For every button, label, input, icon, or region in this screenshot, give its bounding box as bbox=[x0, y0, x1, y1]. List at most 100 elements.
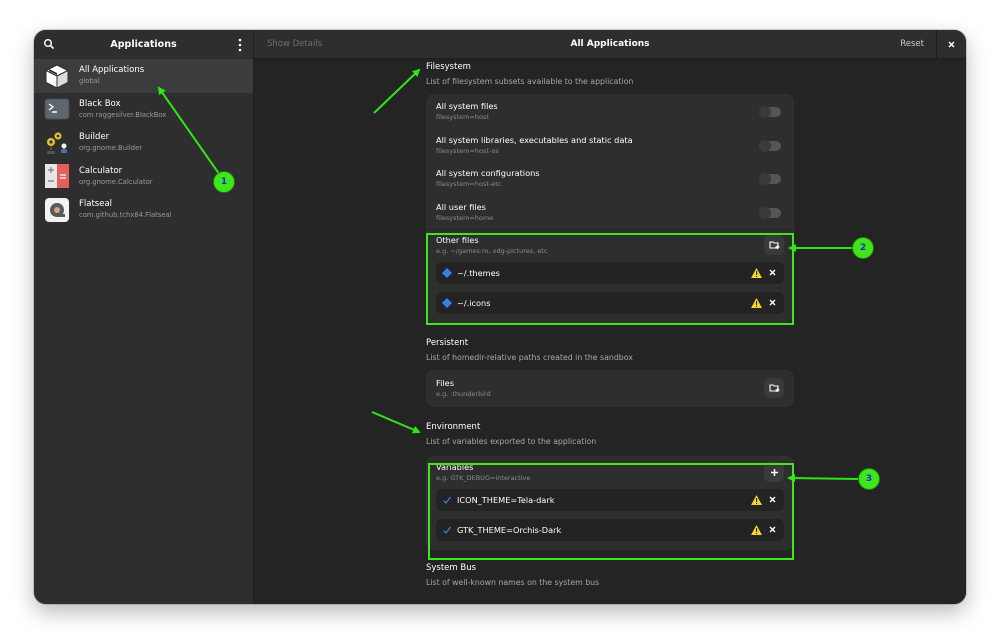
other-files-header: Other files e.g. ~/games:ro, xdg-picture… bbox=[427, 230, 793, 260]
remove-icon[interactable] bbox=[769, 496, 776, 503]
files-hint: e.g. .thunderbird bbox=[436, 390, 491, 398]
other-files-hint: e.g. ~/games:ro, xdg-pictures, etc bbox=[436, 246, 548, 255]
sidebar-header: Applications bbox=[34, 30, 253, 59]
filesystem-card: All system files filesystem=host All sys… bbox=[426, 94, 794, 323]
toggle-switch[interactable] bbox=[759, 206, 781, 219]
variable-entry[interactable]: ICON_THEME=Tela-dark bbox=[436, 489, 784, 511]
persistent-section: Persistent List of homedir-relative path… bbox=[426, 337, 794, 364]
variables-card: Variables e.g. GTK_DEBUG=interactive ICO… bbox=[426, 456, 794, 550]
toggle-switch[interactable] bbox=[759, 106, 781, 118]
section-subtitle: List of variables exported to the applic… bbox=[426, 437, 597, 446]
main-pane: Show Details All Applications Reset File… bbox=[254, 30, 966, 604]
persistent-files-row: Files e.g. .thunderbird bbox=[427, 371, 793, 406]
variables-hint: e.g. GTK_DEBUG=interactive bbox=[436, 473, 531, 482]
option-subtitle: filesystem=home bbox=[436, 213, 494, 222]
directory-diamond-icon bbox=[442, 268, 452, 278]
toggle-switch[interactable] bbox=[759, 139, 781, 152]
app-item-black-box[interactable]: Black Box com.raggesilver.BlackBox bbox=[34, 93, 253, 127]
add-folder-button[interactable] bbox=[764, 235, 784, 255]
check-icon bbox=[443, 496, 451, 504]
plus-icon bbox=[770, 468, 778, 476]
directory-diamond-icon bbox=[442, 298, 452, 308]
option-title: All system files bbox=[436, 101, 498, 112]
header-divider bbox=[936, 30, 937, 59]
app-item-calculator[interactable]: Calculator org.gnome.Calculator bbox=[34, 160, 253, 194]
toggle-switch[interactable] bbox=[759, 173, 781, 185]
warning-icon bbox=[751, 268, 762, 278]
permissions-content: Filesystem List of filesystem subsets av… bbox=[426, 59, 794, 589]
flatseal-icon bbox=[45, 197, 69, 222]
add-folder-button[interactable] bbox=[764, 378, 784, 398]
app-item-flatseal[interactable]: Flatseal com.github.tchx84.Flatseal bbox=[34, 193, 253, 227]
folder-add-icon bbox=[768, 241, 779, 249]
app-list: All Applications global Black Box com.ra… bbox=[34, 59, 253, 227]
warning-icon bbox=[751, 525, 762, 535]
flatseal-window: Applications All Applications global Bla… bbox=[34, 30, 966, 604]
path-entry[interactable]: ~/.icons bbox=[436, 292, 784, 314]
option-title: All system libraries, executables and st… bbox=[436, 134, 633, 145]
files-title: Files bbox=[436, 378, 454, 388]
app-name: Builder bbox=[79, 132, 110, 143]
show-details-button[interactable]: Show Details bbox=[267, 39, 322, 49]
other-files-group: Other files e.g. ~/games:ro, xdg-picture… bbox=[427, 230, 793, 322]
section-title: Persistent bbox=[426, 338, 469, 348]
remove-icon[interactable] bbox=[769, 526, 776, 533]
path-entry-text: ~/.themes bbox=[457, 268, 500, 278]
app-name: Flatseal bbox=[79, 199, 113, 210]
app-item-all-applications[interactable]: All Applications global bbox=[34, 59, 253, 93]
option-subtitle: filesystem=host-etc bbox=[436, 180, 502, 189]
warning-icon bbox=[751, 495, 762, 505]
app-item-builder[interactable]: Builder org.gnome.Builder bbox=[34, 126, 253, 160]
persistent-card: Files e.g. .thunderbird bbox=[426, 370, 794, 407]
section-title: Filesystem bbox=[426, 62, 471, 72]
filesystem-option: All system libraries, executables and st… bbox=[427, 129, 793, 163]
section-subtitle: List of filesystem subsets available to … bbox=[426, 77, 634, 86]
remove-icon[interactable] bbox=[769, 299, 776, 306]
warning-icon bbox=[751, 298, 762, 308]
reset-button[interactable]: Reset bbox=[900, 39, 924, 49]
menu-icon[interactable] bbox=[237, 38, 243, 52]
option-title: All user files bbox=[436, 201, 486, 212]
section-title: Environment bbox=[426, 422, 481, 432]
environment-section: Environment List of variables exported t… bbox=[426, 421, 794, 448]
section-title: System Bus bbox=[426, 563, 477, 573]
app-name: Calculator bbox=[79, 165, 123, 176]
other-files-title: Other files bbox=[436, 234, 479, 245]
variables-title: Variables bbox=[436, 461, 474, 472]
app-name: All Applications bbox=[79, 65, 145, 76]
app-name: Black Box bbox=[79, 98, 121, 109]
app-id: org.gnome.Builder bbox=[79, 144, 143, 153]
system-bus-section: System Bus List of well-known names on t… bbox=[426, 562, 794, 589]
main-header: Show Details All Applications Reset bbox=[254, 30, 966, 59]
app-id: com.raggesilver.BlackBox bbox=[79, 110, 167, 119]
app-id: global bbox=[79, 77, 100, 86]
variable-entry[interactable]: GTK_THEME=Orchis-Dark bbox=[436, 519, 784, 541]
path-entry[interactable]: ~/.themes bbox=[436, 262, 784, 284]
variables-header: Variables e.g. GTK_DEBUG=interactive bbox=[427, 457, 793, 487]
variable-entry-text: ICON_THEME=Tela-dark bbox=[457, 495, 555, 505]
section-subtitle: List of well-known names on the system b… bbox=[426, 578, 600, 587]
app-id: com.github.tchx84.Flatseal bbox=[79, 211, 172, 220]
builder-icon bbox=[46, 131, 68, 154]
variable-entry-text: GTK_THEME=Orchis-Dark bbox=[457, 525, 562, 535]
calculator-icon bbox=[45, 164, 69, 189]
folder-add-icon bbox=[768, 384, 779, 392]
section-subtitle: List of homedir-relative paths created i… bbox=[426, 353, 633, 362]
package-icon bbox=[44, 64, 70, 89]
remove-icon[interactable] bbox=[769, 269, 776, 276]
filesystem-option: All user files filesystem=home bbox=[427, 196, 793, 230]
app-id: org.gnome.Calculator bbox=[79, 177, 153, 186]
option-subtitle: filesystem=host bbox=[436, 113, 489, 122]
sidebar: Applications All Applications global Bla… bbox=[34, 30, 254, 604]
page-title: All Applications bbox=[570, 39, 650, 49]
check-icon bbox=[443, 526, 451, 534]
filesystem-section: Filesystem List of filesystem subsets av… bbox=[426, 61, 794, 88]
filesystem-option: All system configurations filesystem=hos… bbox=[427, 162, 793, 196]
sidebar-title: Applications bbox=[110, 39, 177, 50]
search-icon[interactable] bbox=[43, 38, 55, 50]
terminal-icon bbox=[44, 98, 70, 120]
close-icon[interactable] bbox=[946, 39, 957, 50]
option-subtitle: filesystem=host-os bbox=[436, 146, 499, 155]
add-variable-button[interactable] bbox=[764, 462, 784, 482]
filesystem-option: All system files filesystem=host bbox=[427, 95, 793, 129]
